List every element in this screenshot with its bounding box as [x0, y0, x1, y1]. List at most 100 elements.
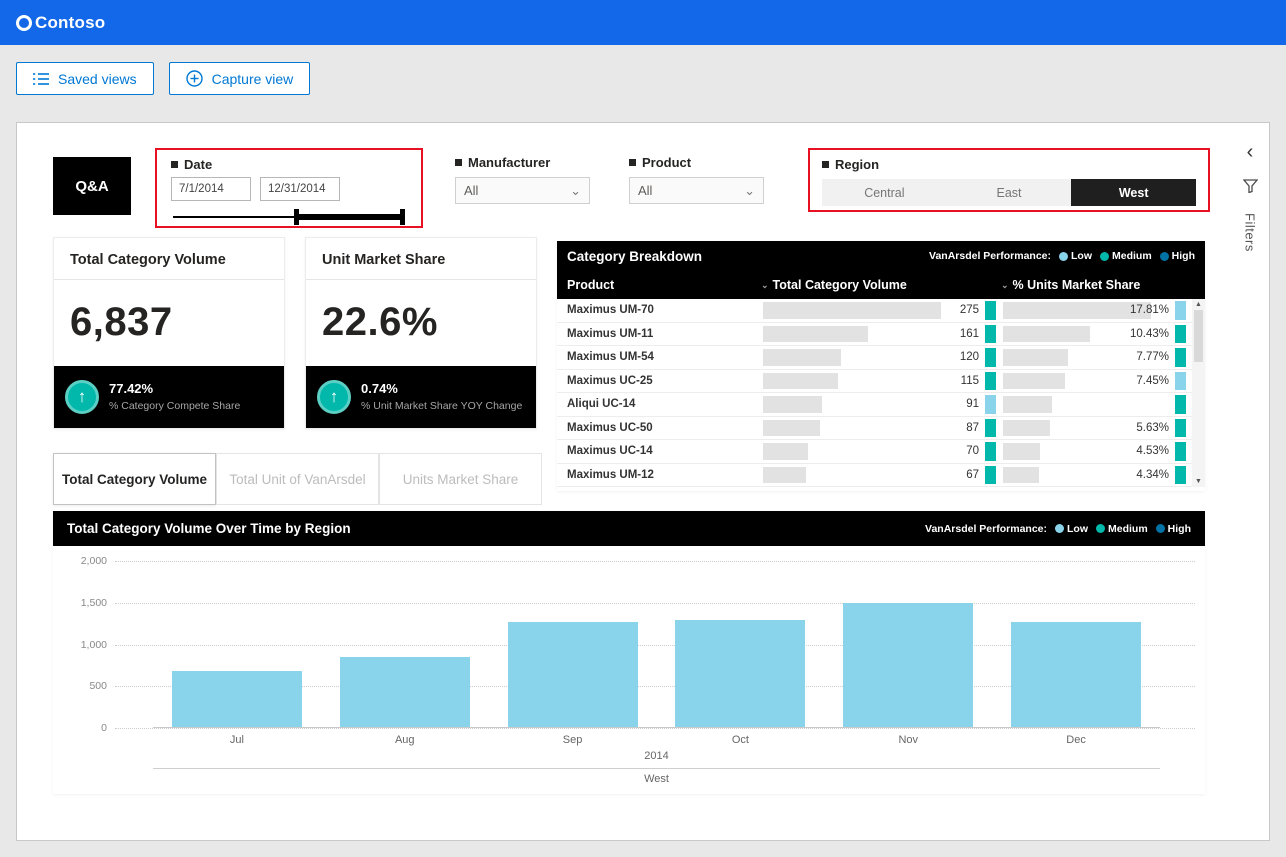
legend-title: VanArsdel Performance:: [925, 523, 1047, 535]
legend-item-medium[interactable]: Medium: [1100, 250, 1152, 262]
bar-slot: [992, 561, 1160, 727]
manufacturer-dropdown[interactable]: All ⌄: [455, 177, 590, 204]
data-bar: [763, 420, 820, 437]
table-scrollbar[interactable]: ▲ ▼: [1192, 299, 1205, 487]
column-header-share-label: % Units Market Share: [1013, 278, 1141, 292]
region-option-central[interactable]: Central: [822, 179, 947, 206]
slider-handle-right[interactable]: [400, 209, 405, 225]
bar-oct[interactable]: [675, 620, 805, 727]
column-header-volume[interactable]: ⌄ Total Category Volume: [761, 278, 1001, 292]
kpi-footer: ↑ 0.74% % Unit Market Share YOY Change: [306, 366, 536, 428]
kpi-total-category-volume: Total Category Volume 6,837 ↑ 77.42% % C…: [53, 237, 285, 429]
data-bar: [1003, 349, 1068, 366]
tab-total-unit-of-vanarsdel[interactable]: Total Unit of VanArsdel: [216, 453, 379, 505]
date-start-input[interactable]: [171, 177, 251, 201]
table-row[interactable]: Maximus UM-1116110.43%: [557, 323, 1205, 347]
sort-icon[interactable]: ⌄: [761, 280, 769, 291]
contoso-logo[interactable]: Contoso: [16, 13, 105, 33]
y-tick-label: 1,500: [59, 597, 107, 609]
table-row[interactable]: Maximus UC-50 87 5.63%: [557, 417, 1205, 441]
table-row[interactable]: Maximus UM-7027517.81%: [557, 299, 1205, 323]
volume-cell: 70: [761, 440, 1001, 463]
volume-value: 115: [961, 370, 979, 393]
volume-value: 87: [966, 417, 979, 440]
kpi-value: 6,837: [54, 280, 284, 345]
region-option-east[interactable]: East: [947, 179, 1072, 206]
volume-cell: 91: [761, 393, 1001, 416]
kpi-footer: ↑ 77.42% % Category Compete Share: [54, 366, 284, 428]
share-value: 5.63%: [1136, 417, 1169, 440]
volume-cell: 67: [761, 464, 1001, 487]
kpi-title: Unit Market Share: [306, 238, 536, 280]
chart-header: Total Category Volume Over Time by Regio…: [53, 511, 1205, 546]
product-cell: Aliqui UC-14: [557, 398, 761, 410]
legend-item-medium[interactable]: Medium: [1096, 523, 1148, 535]
chevron-down-icon: ⌄: [744, 183, 755, 199]
bar-aug[interactable]: [340, 657, 470, 727]
column-header-volume-label: Total Category Volume: [773, 278, 907, 292]
data-bar: [763, 302, 941, 319]
column-header-share[interactable]: ⌄ % Units Market Share: [1001, 278, 1205, 292]
legend-item-low[interactable]: Low: [1059, 250, 1092, 262]
date-range-slider[interactable]: [171, 208, 407, 226]
table-row[interactable]: Maximus UM-541207.77%: [557, 346, 1205, 370]
data-bar: [1003, 396, 1052, 413]
table-row[interactable]: Aliqui UC-1491: [557, 393, 1205, 417]
bar-jul[interactable]: [172, 671, 302, 727]
x-tick-label: Sep: [489, 734, 657, 746]
legend-item-low[interactable]: Low: [1055, 523, 1088, 535]
app-header: Contoso: [0, 0, 1286, 45]
filters-panel-label[interactable]: Filters: [1243, 213, 1258, 252]
data-bar: [763, 396, 822, 413]
qna-button[interactable]: Q&A: [53, 157, 131, 215]
sort-icon[interactable]: ⌄: [1001, 280, 1009, 291]
data-bar: [1003, 420, 1050, 437]
legend-item-high[interactable]: High: [1156, 523, 1191, 535]
slicer-marker-icon: [822, 161, 829, 168]
chevron-down-icon: ⌄: [570, 183, 581, 199]
scroll-down-icon[interactable]: ▼: [1195, 478, 1202, 485]
performance-square-icon: [1175, 442, 1186, 461]
slider-selected-range[interactable]: [294, 214, 404, 220]
slider-handle-left[interactable]: [294, 209, 299, 225]
performance-square-icon: [985, 419, 996, 438]
expand-filters-chevron-icon[interactable]: ‹: [1247, 145, 1254, 159]
bar-nov[interactable]: [843, 603, 973, 728]
column-header-product[interactable]: Product: [557, 278, 761, 292]
toolbar: Saved views Capture view: [0, 45, 1286, 123]
kpi-title: Total Category Volume: [54, 238, 284, 280]
volume-cell: 87: [761, 417, 1001, 440]
product-cell: Maximus UC-50: [557, 422, 761, 434]
scrollbar-track[interactable]: [1194, 310, 1203, 476]
filter-funnel-icon[interactable]: [1243, 179, 1258, 193]
legend-items: Low Medium High: [1059, 250, 1195, 262]
share-value: 10.43%: [1130, 323, 1169, 346]
legend-dot-icon: [1100, 252, 1109, 261]
scroll-up-icon[interactable]: ▲: [1195, 301, 1202, 308]
performance-square-icon: [1175, 348, 1186, 367]
bar-dec[interactable]: [1011, 622, 1141, 727]
table-row[interactable]: Maximus UM-12674.34%: [557, 464, 1205, 488]
saved-views-button[interactable]: Saved views: [16, 62, 154, 95]
tab-units-market-share[interactable]: Units Market Share: [379, 453, 542, 505]
performance-square-icon: [1175, 395, 1186, 414]
table-row[interactable]: Maximus UC-251157.45%: [557, 370, 1205, 394]
chart-plot: [153, 561, 1160, 728]
date-end-input[interactable]: [260, 177, 340, 201]
legend-item-high[interactable]: High: [1160, 250, 1195, 262]
tab-total-category-volume[interactable]: Total Category Volume: [53, 453, 216, 505]
bar-sep[interactable]: [508, 622, 638, 727]
table-row[interactable]: Maximus UC-14704.53%: [557, 440, 1205, 464]
legend-label: Low: [1071, 250, 1092, 262]
share-cell: [1001, 393, 1191, 416]
legend-dot-icon: [1096, 524, 1105, 533]
scrollbar-thumb[interactable]: [1194, 310, 1203, 362]
region-slicer-label: Region: [835, 157, 879, 172]
region-slicer: Region Central East West: [808, 148, 1210, 212]
saved-views-label: Saved views: [58, 71, 137, 87]
product-dropdown[interactable]: All ⌄: [629, 177, 764, 204]
legend-dot-icon: [1160, 252, 1169, 261]
region-option-west[interactable]: West: [1071, 179, 1196, 206]
performance-legend: VanArsdel Performance: LowMediumHigh: [929, 250, 1195, 262]
capture-view-button[interactable]: Capture view: [169, 62, 311, 95]
